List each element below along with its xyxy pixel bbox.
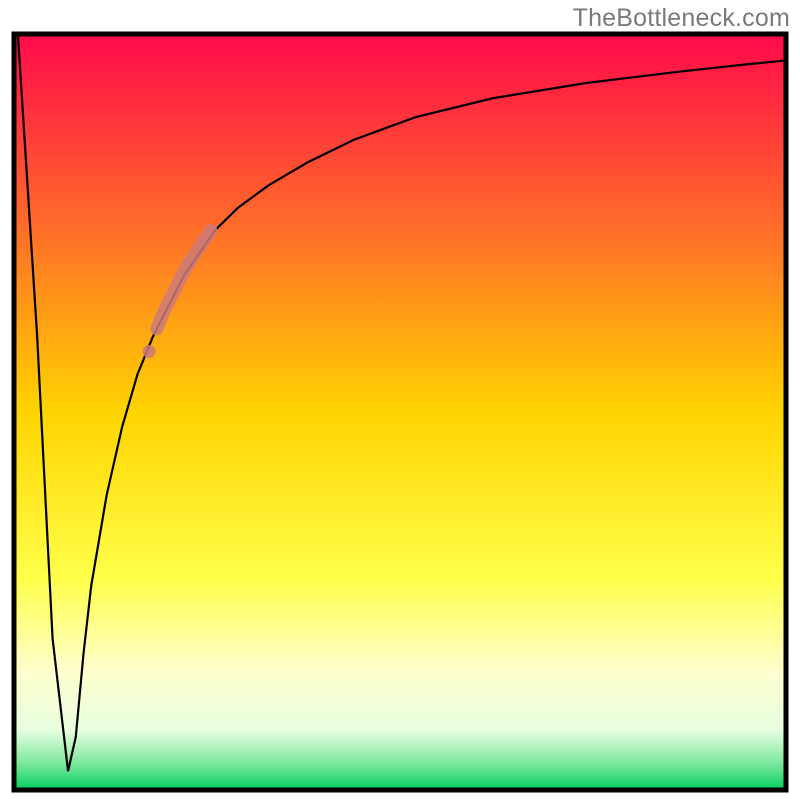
bottleneck-chart: [0, 0, 800, 800]
watermark-text: TheBottleneck.com: [573, 4, 790, 33]
chart-container: TheBottleneck.com: [0, 0, 800, 800]
plot-area: [14, 34, 786, 790]
gradient-background: [14, 34, 786, 790]
